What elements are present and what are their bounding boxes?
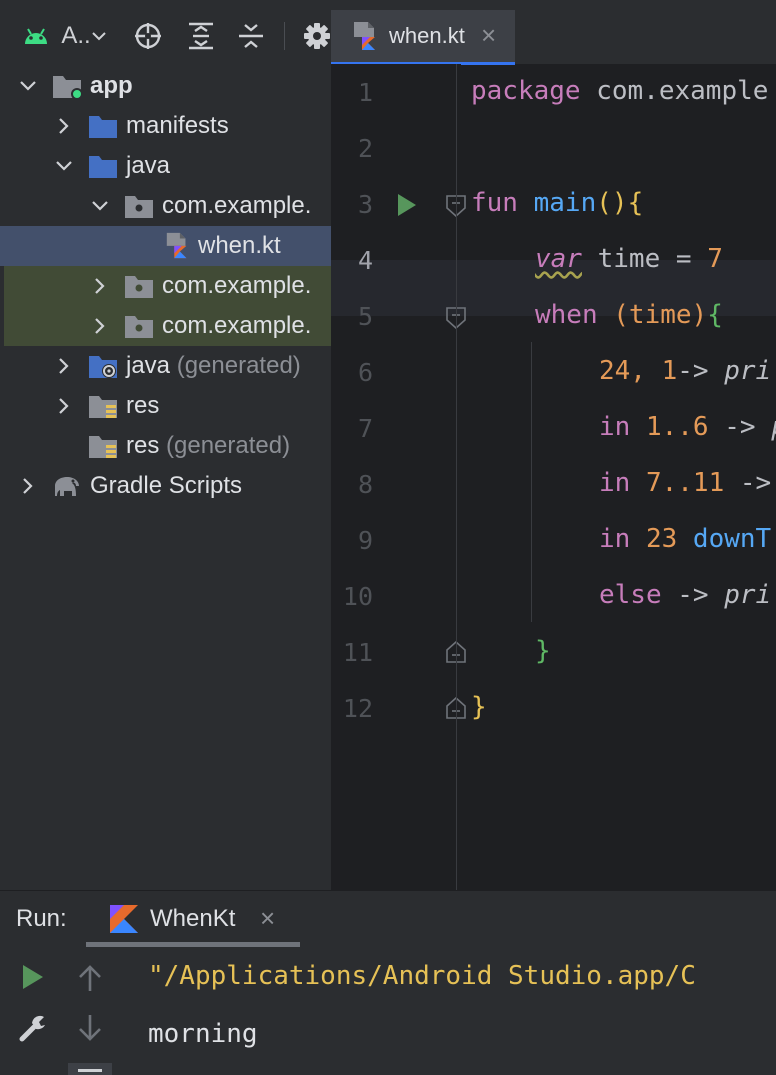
- gradle-elephant-icon: [55, 477, 79, 496]
- run-tool-window: Run: WhenKt × "/Applications/Android Stu…: [0, 890, 776, 1075]
- tree-item-label: app: [90, 72, 133, 99]
- code-line-12: }: [471, 692, 487, 722]
- code-line-10: else -> pri: [599, 580, 772, 610]
- resources-folder-icon: [89, 396, 117, 418]
- folder-icon: [89, 116, 117, 138]
- code-line-7: in 1..6 -> p: [599, 412, 776, 442]
- tree-item-label: res (generated): [126, 432, 291, 459]
- code-line-4: var time = 7: [535, 244, 723, 274]
- code-line-5: when (time){: [535, 300, 723, 330]
- run-toolbar: [0, 947, 116, 1075]
- chevron-right-icon[interactable]: [90, 316, 110, 336]
- code-area[interactable]: package com.example fun main(){ var time…: [331, 64, 776, 890]
- wrench-icon[interactable]: [18, 1013, 48, 1043]
- editor-tab-when-kt[interactable]: when.kt ×: [331, 10, 515, 65]
- tree-item-manifests[interactable]: manifests: [0, 106, 331, 146]
- close-icon[interactable]: ×: [260, 903, 275, 934]
- project-view-label: A..: [61, 22, 91, 49]
- indent-guide: [531, 342, 532, 622]
- code-line-1: package com.example: [471, 76, 769, 106]
- locate-icon[interactable]: [132, 18, 164, 54]
- module-folder-icon: [53, 76, 82, 100]
- toolbar-divider: [284, 22, 285, 50]
- generated-source-icon: [89, 356, 117, 378]
- tree-item-label: manifests: [126, 112, 229, 139]
- chevron-down-icon[interactable]: [18, 76, 38, 96]
- tree-item-package[interactable]: com.example.: [0, 266, 331, 306]
- run-tab-label: WhenKt: [150, 905, 236, 932]
- code-line-3: fun main(){: [471, 188, 644, 218]
- package-icon: [125, 276, 153, 298]
- run-label: Run:: [16, 905, 67, 932]
- tree-item-gradle-scripts[interactable]: Gradle Scripts: [0, 466, 331, 506]
- scroll-to-end-button[interactable]: [68, 1063, 112, 1075]
- package-icon: [125, 316, 153, 338]
- editor: when.kt × 1 2 3 4 5 6 7 8 9 10 11 12 pac…: [331, 0, 776, 890]
- arrow-up-icon[interactable]: [76, 963, 104, 993]
- kotlin-file-icon: [354, 22, 375, 50]
- console-line: "/Applications/Android Studio.app/C: [148, 961, 696, 991]
- tree-item-package[interactable]: com.example.: [0, 186, 331, 226]
- chevron-right-icon[interactable]: [54, 116, 74, 136]
- tree-item-app[interactable]: app: [0, 66, 331, 106]
- tree-item-res[interactable]: res: [0, 386, 331, 426]
- tree-item-when-kt[interactable]: when.kt: [0, 226, 331, 266]
- rerun-icon[interactable]: [20, 963, 46, 991]
- tree-item-label: res: [126, 392, 160, 419]
- tree-item-res-generated[interactable]: res (generated): [0, 426, 331, 466]
- arrow-down-icon[interactable]: [76, 1013, 104, 1043]
- tree-item-label: when.kt: [198, 232, 281, 259]
- tree-item-label: java (generated): [126, 352, 301, 379]
- kotlin-file-icon: [166, 232, 187, 259]
- tree-item-label: com.example.: [162, 312, 312, 339]
- gear-icon[interactable]: [302, 18, 332, 54]
- project-tool-window: A.. app manifests java com.example. when…: [0, 0, 331, 890]
- chevron-right-icon[interactable]: [18, 476, 38, 496]
- tree-item-package[interactable]: com.example.: [0, 306, 331, 346]
- collapse-all-icon[interactable]: [236, 18, 266, 54]
- code-line-11: }: [535, 636, 551, 666]
- code-line-9: in 23 downT: [599, 524, 772, 554]
- project-view-selector[interactable]: A..: [58, 18, 110, 54]
- chevron-right-icon[interactable]: [54, 396, 74, 416]
- console-line: morning: [148, 1019, 258, 1049]
- run-tab-whenkt[interactable]: WhenKt ×: [86, 897, 300, 947]
- chevron-right-icon[interactable]: [90, 276, 110, 296]
- tree-item-label: java: [126, 152, 171, 179]
- android-icon[interactable]: [20, 18, 52, 54]
- kotlin-icon: [110, 905, 138, 933]
- tree-item-java[interactable]: java: [0, 146, 331, 186]
- tree-item-label: com.example.: [162, 192, 312, 219]
- editor-tab-strip: when.kt ×: [331, 0, 776, 65]
- tree-item-label: com.example.: [162, 272, 312, 299]
- project-toolbar: A..: [0, 0, 331, 66]
- close-icon[interactable]: ×: [481, 20, 496, 51]
- chevron-down-icon[interactable]: [54, 156, 74, 176]
- expand-all-icon[interactable]: [186, 18, 216, 54]
- run-console-output[interactable]: "/Applications/Android Studio.app/C morn…: [116, 947, 776, 1075]
- chevron-down-icon: [91, 32, 106, 41]
- code-line-6: 24, 1-> pri: [599, 356, 772, 386]
- chevron-right-icon[interactable]: [54, 356, 74, 376]
- package-icon: [125, 196, 153, 218]
- editor-tab-label: when.kt: [389, 23, 465, 48]
- tree-item-java-generated[interactable]: java (generated): [0, 346, 331, 386]
- run-header: Run: WhenKt ×: [0, 891, 776, 947]
- resources-folder-icon: [89, 436, 117, 458]
- code-line-8: in 7..11 ->: [599, 468, 772, 498]
- chevron-down-icon[interactable]: [90, 196, 110, 216]
- source-folder-icon: [89, 156, 117, 178]
- tree-item-label: Gradle Scripts: [90, 472, 243, 499]
